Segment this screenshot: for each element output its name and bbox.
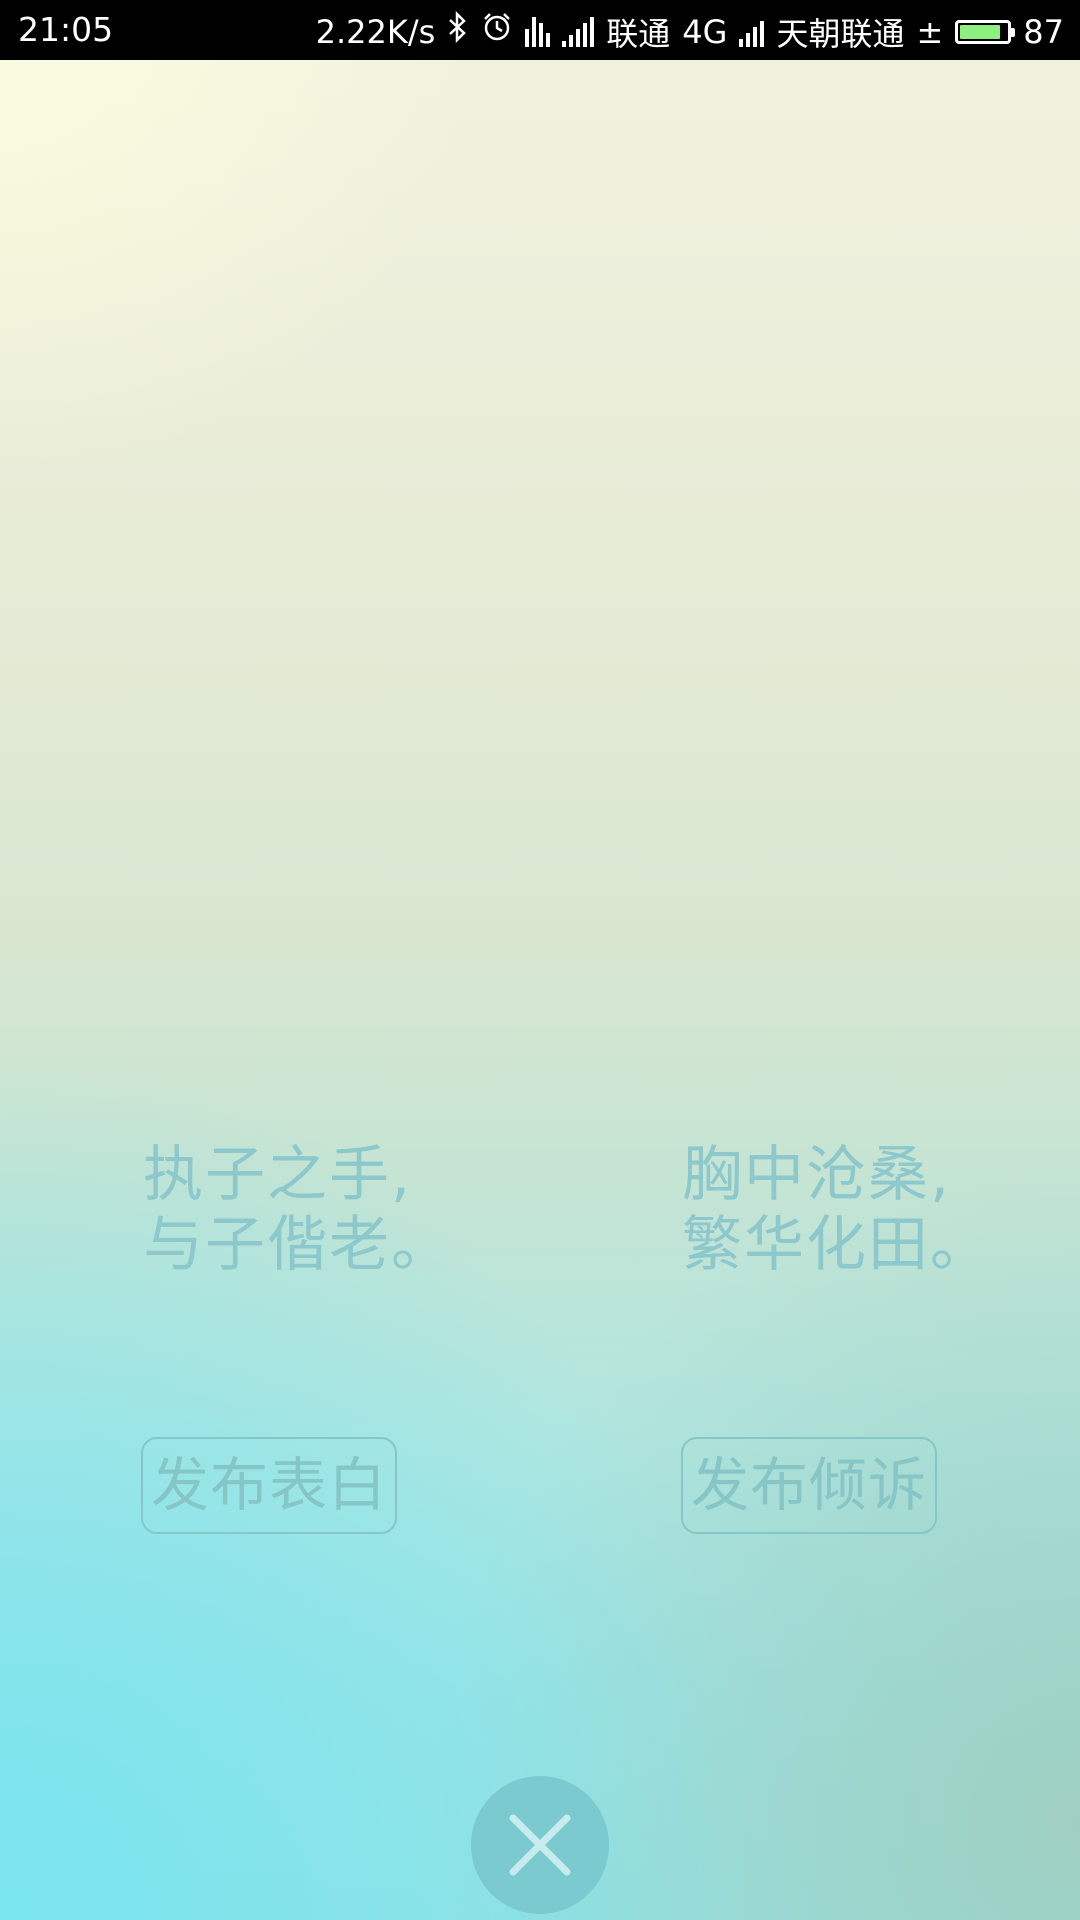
poem-left-line2: 与子偕老。 [143, 1210, 453, 1280]
poem-right: 胸中沧桑, 繁华化田。 [682, 1140, 992, 1280]
close-button[interactable] [471, 1776, 609, 1914]
poem-right-line2: 繁华化田。 [682, 1210, 992, 1280]
vibrate-icon [525, 17, 551, 47]
network-type: 4G [682, 13, 728, 51]
charging-icon: ± [916, 13, 944, 51]
status-icons: 2.22K/s 联通 4G 天朝联通 ± 87 [316, 9, 1064, 55]
alarm-icon [481, 11, 513, 54]
battery-icon [955, 20, 1016, 44]
net-speed: 2.22K/s [315, 13, 436, 51]
close-icon [509, 1814, 571, 1876]
publish-confession-button[interactable]: 发布表白 [141, 1437, 397, 1534]
carrier-2: 天朝联通 [776, 15, 905, 53]
carrier-1: 联通 [606, 15, 671, 53]
poem-left-line1: 执子之手, [143, 1140, 413, 1210]
signal-icon [739, 17, 765, 47]
status-bar: 21:05 2.22K/s 联通 4G 天朝联通 ± 87 [0, 0, 1080, 60]
battery-fill [960, 25, 1000, 39]
poem-left: 执子之手, 与子偕老。 [143, 1140, 453, 1280]
battery-percent: 87 [1023, 13, 1064, 51]
poem-right-line1: 胸中沧桑, [682, 1140, 952, 1210]
bluetooth-icon [447, 10, 469, 54]
status-time: 21:05 [18, 10, 114, 49]
screen: 21:05 2.22K/s 联通 4G 天朝联通 ± 87 执子之手, 与子偕老… [0, 0, 1080, 1920]
publish-vent-button[interactable]: 发布倾诉 [681, 1437, 937, 1534]
signal-icon [562, 17, 595, 47]
